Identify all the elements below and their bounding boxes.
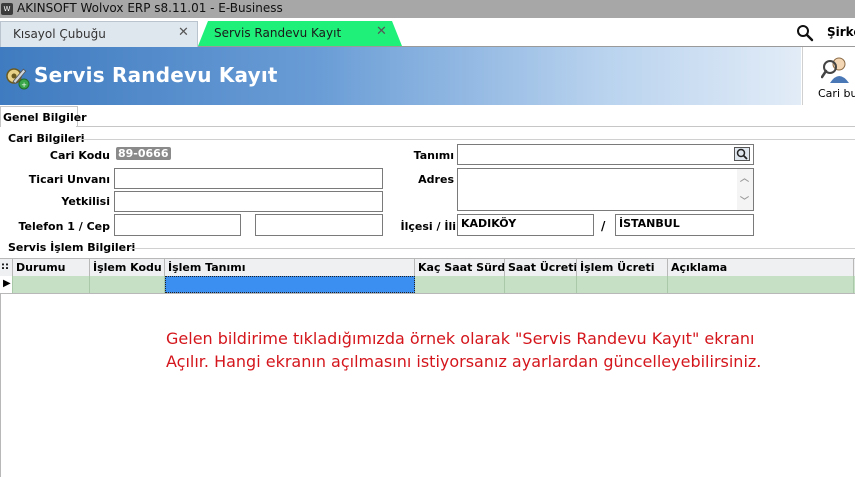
adres-label: Adres xyxy=(418,173,454,186)
telefon-label: Telefon 1 / Cep xyxy=(18,220,110,233)
lookup-icon[interactable] xyxy=(734,147,750,161)
annotation-line: Gelen bildirime tıkladığımızda örnek ola… xyxy=(166,329,755,348)
page-title: Servis Randevu Kayıt xyxy=(34,63,278,87)
yetkilisi-label: Yetkilisi xyxy=(61,195,110,208)
ilcesi-label: İlçesi / İli xyxy=(400,220,456,233)
table-cell[interactable] xyxy=(90,276,165,293)
svg-text:+: + xyxy=(21,81,27,89)
cari-bul-label: Cari bul xyxy=(818,87,855,100)
chevron-up-icon[interactable]: ︿ xyxy=(740,171,749,184)
column-header[interactable]: İşlem Tanımı xyxy=(165,259,415,276)
chevron-down-icon[interactable]: ﹀ xyxy=(740,194,749,207)
tab-label: Genel Bilgiler xyxy=(3,111,87,124)
column-header[interactable]: Açıklama xyxy=(668,259,854,276)
column-header[interactable]: İşlem Ücreti xyxy=(577,259,668,276)
tab-servis-randevu-kayit[interactable]: Servis Randevu Kayıt ✕ xyxy=(198,21,402,46)
table-cell[interactable] xyxy=(577,276,668,293)
grid-indicator-header: :: xyxy=(0,259,13,276)
section-title-cari-bilgileri: Cari Bilgileri xyxy=(8,132,85,145)
table-cell[interactable] xyxy=(13,276,90,293)
cari-bul-button[interactable]: Cari bul xyxy=(802,47,855,105)
tab-kisayol-cubugu[interactable]: Kısayol Çubuğu ✕ xyxy=(0,21,198,47)
grid-border xyxy=(0,293,1,477)
table-row[interactable]: ▶ xyxy=(0,276,855,294)
search-label[interactable]: Şirket xyxy=(827,25,855,39)
table-cell-selected[interactable] xyxy=(165,276,415,293)
adres-field[interactable]: ︿ ﹀ xyxy=(457,168,754,211)
row-indicator-icon: ▶ xyxy=(0,276,13,293)
tanimi-label: Tanımı xyxy=(413,149,454,162)
cep-field[interactable] xyxy=(255,214,383,236)
yetkilisi-field[interactable] xyxy=(114,191,383,212)
annotation-text: Gelen bildirime tıkladığımızda örnek ola… xyxy=(166,327,846,373)
table-cell[interactable] xyxy=(415,276,505,293)
telefon1-field[interactable] xyxy=(114,214,241,236)
tanimi-field[interactable] xyxy=(457,144,754,165)
section-title-servis-islem: Servis İşlem Bilgileri xyxy=(8,241,136,254)
page-header: + Servis Randevu Kayıt xyxy=(0,47,801,105)
divider xyxy=(130,248,855,249)
scrollbar[interactable]: ︿ ﹀ xyxy=(737,169,753,210)
ilce-field[interactable]: KADIKÖY xyxy=(457,214,594,236)
divider xyxy=(76,126,855,127)
close-icon[interactable]: ✕ xyxy=(178,25,189,40)
annotation-line: Açılır. Hangi ekranın açılmasını istiyor… xyxy=(166,352,762,371)
column-header[interactable]: İşlem Kodu xyxy=(90,259,165,276)
window-titlebar: W AKINSOFT Wolvox ERP s8.11.01 - E-Busin… xyxy=(0,0,855,18)
app-icon: W xyxy=(1,3,13,15)
window-title: AKINSOFT Wolvox ERP s8.11.01 - E-Busines… xyxy=(17,1,283,15)
divider xyxy=(78,139,855,140)
ticari-unvani-field[interactable] xyxy=(114,168,383,189)
column-header[interactable]: Saat Ücreti xyxy=(505,259,577,276)
service-tools-icon: + xyxy=(6,68,30,90)
table-cell[interactable] xyxy=(505,276,577,293)
tab-label: Servis Randevu Kayıt xyxy=(214,26,342,40)
table-cell[interactable] xyxy=(668,276,854,293)
column-header[interactable]: Durumu xyxy=(13,259,90,276)
grid-header: :: Durumu İşlem Kodu İşlem Tanımı Kaç Sa… xyxy=(0,258,855,277)
tab-genel-bilgiler[interactable]: Genel Bilgiler xyxy=(0,106,87,127)
tab-label: Kısayol Çubuğu xyxy=(13,27,106,41)
cari-kodu-value: 89-0666 xyxy=(116,147,171,160)
column-header[interactable]: Kaç Saat Sürdü xyxy=(415,259,505,276)
il-field[interactable]: İSTANBUL xyxy=(615,214,754,236)
ticari-unvani-label: Ticari Unvanı xyxy=(28,173,110,186)
cari-kodu-label: Cari Kodu xyxy=(49,149,110,162)
close-icon[interactable]: ✕ xyxy=(376,24,387,39)
person-search-icon xyxy=(821,57,849,83)
ilce-il-separator: / xyxy=(601,219,606,233)
search-icon[interactable] xyxy=(796,24,814,42)
